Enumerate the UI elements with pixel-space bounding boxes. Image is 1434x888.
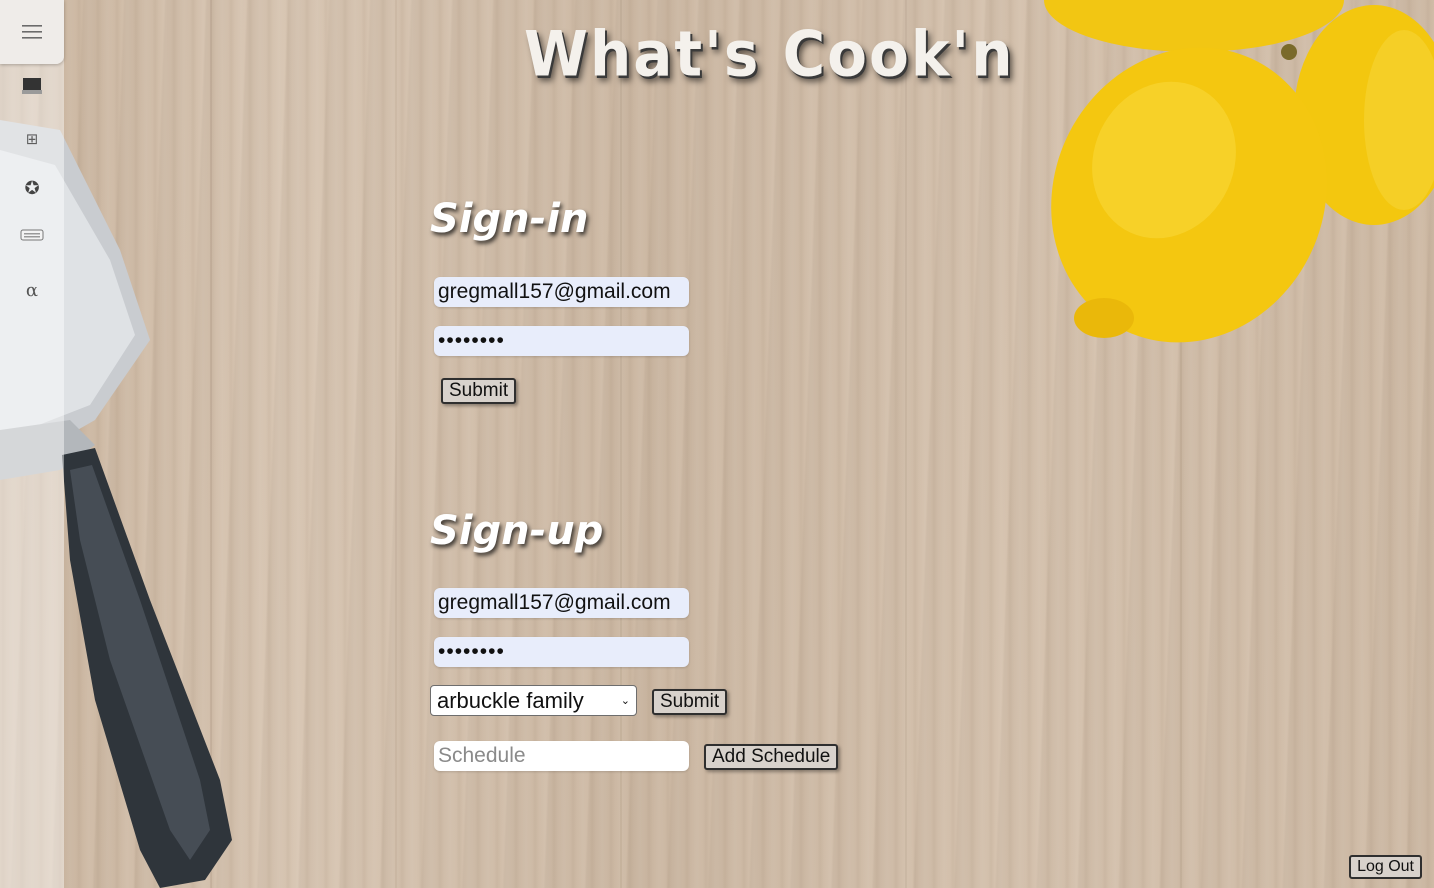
family-select-value: arbuckle family	[437, 687, 584, 713]
sidebar-item-alpha[interactable]: α	[0, 274, 64, 306]
sidebar-item-keyboard[interactable]	[0, 219, 64, 251]
star-circle-icon: ✪	[24, 177, 40, 199]
family-select[interactable]: arbuckle family ⌄	[430, 685, 637, 716]
sidebar: ⊞ ✪ α	[0, 0, 64, 888]
sidebar-item-star[interactable]: ✪	[0, 172, 64, 204]
alpha-icon: α	[25, 279, 39, 301]
signup-submit-button[interactable]: Submit	[652, 689, 728, 715]
lemons-image	[1044, 0, 1434, 343]
logout-button[interactable]: Log Out	[1349, 855, 1422, 879]
hamburger-menu-icon	[22, 25, 42, 39]
signup-email-input[interactable]	[434, 588, 689, 618]
signup-heading: Sign-up	[430, 508, 604, 554]
sidebar-item-laptop[interactable]	[0, 70, 64, 102]
signin-submit-button[interactable]: Submit	[441, 378, 517, 404]
signin-password-input[interactable]	[434, 326, 689, 356]
keyboard-icon	[20, 229, 44, 241]
laptop-icon	[22, 78, 42, 94]
grid-icon: ⊞	[25, 130, 39, 148]
app-title: What's Cook'n	[524, 17, 1015, 91]
schedule-input[interactable]	[434, 741, 689, 771]
signup-password-input[interactable]	[434, 637, 689, 667]
signin-email-input[interactable]	[434, 277, 689, 307]
signin-heading: Sign-in	[430, 196, 589, 242]
sidebar-item-grid[interactable]: ⊞	[0, 123, 64, 155]
chevron-down-icon: ⌄	[620, 694, 630, 707]
add-schedule-button[interactable]: Add Schedule	[704, 744, 839, 770]
hamburger-menu-button[interactable]	[0, 0, 64, 64]
